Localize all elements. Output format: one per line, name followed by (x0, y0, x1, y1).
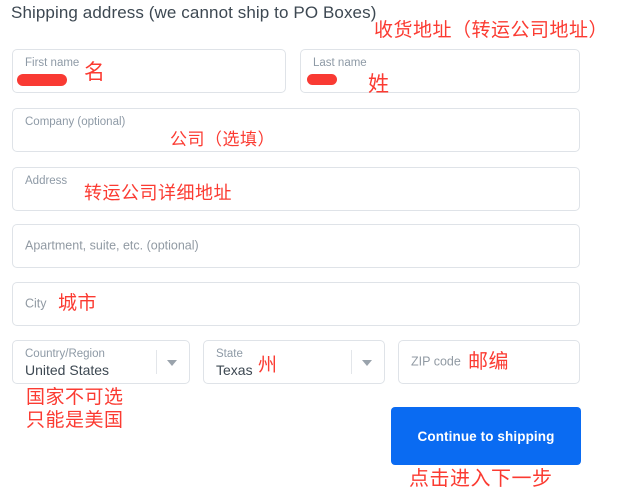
annotation-zip: 邮编 (468, 349, 509, 373)
state-value: Texas (216, 362, 253, 378)
annotation-header: 收货地址（转运公司地址） (374, 19, 609, 41)
annotation-state: 州 (258, 354, 278, 376)
shipping-address-form-page: Shipping address (we cannot ship to PO B… (0, 0, 638, 500)
annotation-country-note: 国家不可选 只能是美国 (26, 386, 124, 431)
last-name-redaction (307, 74, 337, 85)
continue-to-shipping-button[interactable]: Continue to shipping (391, 407, 581, 465)
state-select[interactable]: State Texas (203, 340, 385, 384)
page-title: Shipping address (we cannot ship to PO B… (11, 3, 377, 22)
country-region-value: United States (25, 362, 110, 378)
zip-code-label: ZIP code (411, 354, 461, 369)
first-name-field[interactable]: First name (12, 49, 286, 93)
first-name-redaction (17, 74, 67, 86)
city-field[interactable]: City (12, 282, 580, 326)
last-name-field[interactable]: Last name (300, 49, 580, 93)
first-name-label: First name (25, 57, 80, 69)
chevron-down-icon[interactable] (167, 360, 177, 366)
annotation-last-name: 姓 (368, 72, 390, 96)
city-label: City (25, 296, 47, 311)
apartment-label: Apartment, suite, etc. (optional) (25, 238, 199, 253)
annotation-button-note: 点击进入下一步 (409, 466, 553, 490)
last-name-label: Last name (313, 57, 367, 69)
annotation-company: 公司（选填） (170, 130, 275, 150)
state-select-divider (351, 350, 352, 374)
apartment-field[interactable]: Apartment, suite, etc. (optional) (12, 224, 580, 268)
state-label: State (216, 348, 243, 360)
chevron-down-icon[interactable] (362, 360, 372, 366)
annotation-city: 城市 (58, 292, 98, 314)
country-region-select[interactable]: Country/Region United States (12, 340, 190, 384)
annotation-first-name: 名 (84, 60, 106, 84)
address-label: Address (25, 175, 68, 187)
annotation-address: 转运公司详细地址 (84, 183, 232, 204)
country-select-divider (156, 350, 157, 374)
company-label: Company (optional) (25, 116, 126, 128)
company-field[interactable]: Company (optional) (12, 108, 580, 152)
country-region-label: Country/Region (25, 348, 105, 360)
